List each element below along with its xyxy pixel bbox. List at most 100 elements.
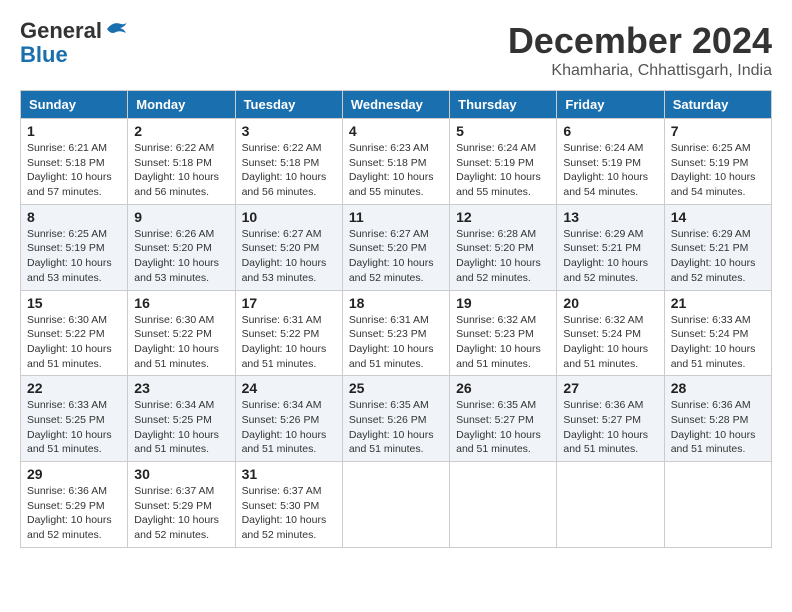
- day-number: 12: [456, 209, 550, 225]
- logo-blue-text: Blue: [20, 42, 140, 68]
- day-info: Sunrise: 6:22 AM Sunset: 5:18 PM Dayligh…: [134, 141, 228, 200]
- calendar-cell: 15 Sunrise: 6:30 AM Sunset: 5:22 PM Dayl…: [21, 290, 128, 376]
- day-info: Sunrise: 6:27 AM Sunset: 5:20 PM Dayligh…: [349, 227, 443, 286]
- calendar-cell: 13 Sunrise: 6:29 AM Sunset: 5:21 PM Dayl…: [557, 204, 664, 290]
- calendar-cell: 9 Sunrise: 6:26 AM Sunset: 5:20 PM Dayli…: [128, 204, 235, 290]
- calendar-cell: 11 Sunrise: 6:27 AM Sunset: 5:20 PM Dayl…: [342, 204, 449, 290]
- day-info: Sunrise: 6:23 AM Sunset: 5:18 PM Dayligh…: [349, 141, 443, 200]
- calendar-cell: 2 Sunrise: 6:22 AM Sunset: 5:18 PM Dayli…: [128, 119, 235, 205]
- day-number: 9: [134, 209, 228, 225]
- logo-general-text: General: [20, 18, 102, 43]
- calendar-cell: 14 Sunrise: 6:29 AM Sunset: 5:21 PM Dayl…: [664, 204, 771, 290]
- day-info: Sunrise: 6:35 AM Sunset: 5:27 PM Dayligh…: [456, 398, 550, 457]
- calendar-cell: 7 Sunrise: 6:25 AM Sunset: 5:19 PM Dayli…: [664, 119, 771, 205]
- header: General Blue December 2024 Khamharia, Ch…: [20, 20, 772, 80]
- day-number: 18: [349, 295, 443, 311]
- header-friday: Friday: [557, 91, 664, 119]
- day-info: Sunrise: 6:34 AM Sunset: 5:26 PM Dayligh…: [242, 398, 336, 457]
- day-number: 23: [134, 380, 228, 396]
- day-number: 22: [27, 380, 121, 396]
- calendar-cell: 16 Sunrise: 6:30 AM Sunset: 5:22 PM Dayl…: [128, 290, 235, 376]
- day-info: Sunrise: 6:24 AM Sunset: 5:19 PM Dayligh…: [456, 141, 550, 200]
- calendar-table: SundayMondayTuesdayWednesdayThursdayFrid…: [20, 90, 772, 548]
- day-info: Sunrise: 6:35 AM Sunset: 5:26 PM Dayligh…: [349, 398, 443, 457]
- day-number: 17: [242, 295, 336, 311]
- calendar-week-2: 8 Sunrise: 6:25 AM Sunset: 5:19 PM Dayli…: [21, 204, 772, 290]
- header-wednesday: Wednesday: [342, 91, 449, 119]
- day-number: 21: [671, 295, 765, 311]
- calendar-cell: 12 Sunrise: 6:28 AM Sunset: 5:20 PM Dayl…: [450, 204, 557, 290]
- day-number: 3: [242, 123, 336, 139]
- header-thursday: Thursday: [450, 91, 557, 119]
- day-number: 20: [563, 295, 657, 311]
- calendar-week-1: 1 Sunrise: 6:21 AM Sunset: 5:18 PM Dayli…: [21, 119, 772, 205]
- day-info: Sunrise: 6:29 AM Sunset: 5:21 PM Dayligh…: [671, 227, 765, 286]
- day-number: 5: [456, 123, 550, 139]
- day-info: Sunrise: 6:21 AM Sunset: 5:18 PM Dayligh…: [27, 141, 121, 200]
- day-info: Sunrise: 6:36 AM Sunset: 5:28 PM Dayligh…: [671, 398, 765, 457]
- calendar-cell: 17 Sunrise: 6:31 AM Sunset: 5:22 PM Dayl…: [235, 290, 342, 376]
- day-number: 28: [671, 380, 765, 396]
- title-area: December 2024 Khamharia, Chhattisgarh, I…: [508, 20, 772, 80]
- day-number: 31: [242, 466, 336, 482]
- day-info: Sunrise: 6:31 AM Sunset: 5:23 PM Dayligh…: [349, 313, 443, 372]
- calendar-cell: 23 Sunrise: 6:34 AM Sunset: 5:25 PM Dayl…: [128, 376, 235, 462]
- day-info: Sunrise: 6:28 AM Sunset: 5:20 PM Dayligh…: [456, 227, 550, 286]
- day-number: 25: [349, 380, 443, 396]
- day-number: 6: [563, 123, 657, 139]
- header-saturday: Saturday: [664, 91, 771, 119]
- calendar-cell: 1 Sunrise: 6:21 AM Sunset: 5:18 PM Dayli…: [21, 119, 128, 205]
- day-info: Sunrise: 6:25 AM Sunset: 5:19 PM Dayligh…: [671, 141, 765, 200]
- calendar-week-3: 15 Sunrise: 6:30 AM Sunset: 5:22 PM Dayl…: [21, 290, 772, 376]
- calendar-cell: [557, 462, 664, 548]
- day-info: Sunrise: 6:36 AM Sunset: 5:27 PM Dayligh…: [563, 398, 657, 457]
- logo: General Blue: [20, 20, 140, 75]
- day-number: 1: [27, 123, 121, 139]
- day-number: 15: [27, 295, 121, 311]
- day-number: 8: [27, 209, 121, 225]
- calendar-cell: 29 Sunrise: 6:36 AM Sunset: 5:29 PM Dayl…: [21, 462, 128, 548]
- day-number: 29: [27, 466, 121, 482]
- day-number: 11: [349, 209, 443, 225]
- day-info: Sunrise: 6:32 AM Sunset: 5:24 PM Dayligh…: [563, 313, 657, 372]
- calendar-cell: 5 Sunrise: 6:24 AM Sunset: 5:19 PM Dayli…: [450, 119, 557, 205]
- day-info: Sunrise: 6:36 AM Sunset: 5:29 PM Dayligh…: [27, 484, 121, 543]
- calendar-cell: 8 Sunrise: 6:25 AM Sunset: 5:19 PM Dayli…: [21, 204, 128, 290]
- calendar-cell: 31 Sunrise: 6:37 AM Sunset: 5:30 PM Dayl…: [235, 462, 342, 548]
- day-info: Sunrise: 6:33 AM Sunset: 5:24 PM Dayligh…: [671, 313, 765, 372]
- day-info: Sunrise: 6:37 AM Sunset: 5:30 PM Dayligh…: [242, 484, 336, 543]
- day-info: Sunrise: 6:27 AM Sunset: 5:20 PM Dayligh…: [242, 227, 336, 286]
- day-number: 4: [349, 123, 443, 139]
- calendar-cell: 10 Sunrise: 6:27 AM Sunset: 5:20 PM Dayl…: [235, 204, 342, 290]
- calendar-header-row: SundayMondayTuesdayWednesdayThursdayFrid…: [21, 91, 772, 119]
- calendar-cell: 22 Sunrise: 6:33 AM Sunset: 5:25 PM Dayl…: [21, 376, 128, 462]
- calendar-cell: 19 Sunrise: 6:32 AM Sunset: 5:23 PM Dayl…: [450, 290, 557, 376]
- calendar-cell: 6 Sunrise: 6:24 AM Sunset: 5:19 PM Dayli…: [557, 119, 664, 205]
- day-info: Sunrise: 6:24 AM Sunset: 5:19 PM Dayligh…: [563, 141, 657, 200]
- header-tuesday: Tuesday: [235, 91, 342, 119]
- day-number: 24: [242, 380, 336, 396]
- calendar-cell: 28 Sunrise: 6:36 AM Sunset: 5:28 PM Dayl…: [664, 376, 771, 462]
- calendar-cell: 21 Sunrise: 6:33 AM Sunset: 5:24 PM Dayl…: [664, 290, 771, 376]
- header-monday: Monday: [128, 91, 235, 119]
- calendar-cell: 30 Sunrise: 6:37 AM Sunset: 5:29 PM Dayl…: [128, 462, 235, 548]
- day-number: 27: [563, 380, 657, 396]
- calendar-cell: [664, 462, 771, 548]
- day-info: Sunrise: 6:30 AM Sunset: 5:22 PM Dayligh…: [134, 313, 228, 372]
- day-number: 14: [671, 209, 765, 225]
- day-info: Sunrise: 6:37 AM Sunset: 5:29 PM Dayligh…: [134, 484, 228, 543]
- day-number: 19: [456, 295, 550, 311]
- day-info: Sunrise: 6:29 AM Sunset: 5:21 PM Dayligh…: [563, 227, 657, 286]
- calendar-cell: 24 Sunrise: 6:34 AM Sunset: 5:26 PM Dayl…: [235, 376, 342, 462]
- calendar-cell: [450, 462, 557, 548]
- day-number: 7: [671, 123, 765, 139]
- logo-bird-icon: [105, 19, 129, 39]
- calendar-cell: 3 Sunrise: 6:22 AM Sunset: 5:18 PM Dayli…: [235, 119, 342, 205]
- calendar-cell: 20 Sunrise: 6:32 AM Sunset: 5:24 PM Dayl…: [557, 290, 664, 376]
- day-info: Sunrise: 6:25 AM Sunset: 5:19 PM Dayligh…: [27, 227, 121, 286]
- header-sunday: Sunday: [21, 91, 128, 119]
- calendar-week-4: 22 Sunrise: 6:33 AM Sunset: 5:25 PM Dayl…: [21, 376, 772, 462]
- calendar-cell: [342, 462, 449, 548]
- day-info: Sunrise: 6:30 AM Sunset: 5:22 PM Dayligh…: [27, 313, 121, 372]
- day-number: 10: [242, 209, 336, 225]
